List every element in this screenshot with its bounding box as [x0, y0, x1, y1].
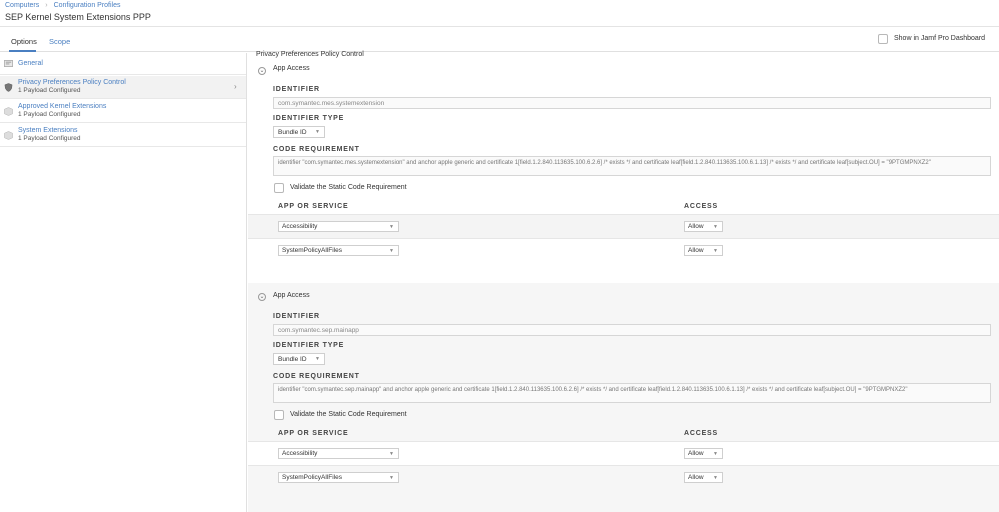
table-row: Accessibility ▼ Allow ▼	[248, 214, 999, 238]
sidebar-item-label: Approved Kernel Extensions	[18, 103, 107, 110]
dropdown-arrow-icon: ▼	[713, 224, 718, 230]
access-value: Allow	[688, 450, 704, 457]
identifier-type-label: IDENTIFIER TYPE	[273, 342, 345, 349]
top-bar: Computers › Configuration Profiles SEP K…	[0, 0, 999, 27]
app-access-block: ⌄ App Access IDENTIFIER com.symantec.mes…	[248, 60, 999, 282]
block-title: App Access	[273, 65, 310, 72]
collapse-icon[interactable]: ⌄	[258, 67, 266, 75]
dashboard-checkbox-label: Show in Jamf Pro Dashboard	[894, 35, 986, 42]
service-select[interactable]: SystemPolicyAllFiles ▼	[278, 472, 399, 483]
code-requirement-field[interactable]: identifier "com.symantec.sep.mainapp" an…	[273, 383, 991, 403]
page-title: SEP Kernel System Extensions PPP	[5, 12, 151, 22]
active-tab-indicator	[9, 50, 36, 52]
code-requirement-field[interactable]: identifier "com.symantec.mes.systemexten…	[273, 156, 991, 176]
access-value: Allow	[688, 474, 704, 481]
identifier-type-label: IDENTIFIER TYPE	[273, 115, 345, 122]
access-value: Allow	[688, 247, 704, 254]
sidebar-item-subtitle: 1 Payload Configured	[18, 111, 81, 118]
app-or-service-header: APP OR SERVICE	[278, 430, 349, 437]
dropdown-arrow-icon: ▼	[713, 248, 718, 254]
general-icon	[4, 60, 13, 67]
breadcrumb: Computers › Configuration Profiles	[5, 2, 121, 9]
dropdown-arrow-icon: ▼	[713, 475, 718, 481]
code-requirement-label: CODE REQUIREMENT	[273, 146, 360, 153]
access-select[interactable]: Allow ▼	[684, 448, 723, 459]
sidebar-item-kernel-extensions[interactable]: Approved Kernel Extensions 1 Payload Con…	[0, 100, 246, 123]
service-value: Accessibility	[282, 223, 318, 230]
chevron-right-icon: ›	[234, 82, 237, 91]
sidebar-item-subtitle: 1 Payload Configured	[18, 87, 81, 94]
service-select[interactable]: SystemPolicyAllFiles ▼	[278, 245, 399, 256]
service-value: SystemPolicyAllFiles	[282, 247, 342, 254]
identifier-type-select[interactable]: Bundle ID ▼	[273, 126, 325, 138]
collapse-icon[interactable]: ⌄	[258, 293, 266, 301]
identifier-type-select[interactable]: Bundle ID ▼	[273, 353, 325, 365]
validate-checkbox-label: Validate the Static Code Requirement	[290, 411, 407, 418]
access-select[interactable]: Allow ▼	[684, 221, 723, 232]
service-select[interactable]: Accessibility ▼	[278, 221, 399, 232]
sidebar-item-system-extensions[interactable]: System Extensions 1 Payload Configured	[0, 124, 246, 147]
dashboard-checkbox[interactable]	[878, 34, 888, 44]
sidebar-item-subtitle: 1 Payload Configured	[18, 135, 81, 142]
code-requirement-label: CODE REQUIREMENT	[273, 373, 360, 380]
identifier-field[interactable]: com.symantec.sep.mainapp	[273, 324, 991, 336]
access-select[interactable]: Allow ▼	[684, 245, 723, 256]
sidebar-item-label: Privacy Preferences Policy Control	[18, 79, 126, 86]
payload-sidebar: General Privacy Preferences Policy Contr…	[0, 53, 247, 512]
service-select[interactable]: Accessibility ▼	[278, 448, 399, 459]
extension-icon	[4, 131, 13, 140]
tab-options[interactable]: Options	[11, 37, 37, 46]
extension-icon	[4, 107, 13, 116]
breadcrumb-configuration-profiles[interactable]: Configuration Profiles	[54, 2, 121, 9]
access-value: Allow	[688, 223, 704, 230]
breadcrumb-separator-icon: ›	[45, 2, 48, 9]
table-row: SystemPolicyAllFiles ▼ Allow ▼	[248, 238, 999, 262]
service-value: SystemPolicyAllFiles	[282, 474, 342, 481]
access-header: ACCESS	[684, 430, 718, 437]
identifier-label: IDENTIFIER	[273, 313, 320, 320]
table-row: Accessibility ▼ Allow ▼	[248, 441, 999, 465]
breadcrumb-computers[interactable]: Computers	[5, 2, 39, 9]
dropdown-arrow-icon: ▼	[389, 248, 394, 254]
identifier-type-value: Bundle ID	[278, 356, 307, 363]
app-access-block: ⌄ App Access IDENTIFIER com.symantec.sep…	[248, 283, 999, 512]
block-title: App Access	[273, 292, 310, 299]
identifier-label: IDENTIFIER	[273, 86, 320, 93]
tabs-bar: Options Scope	[0, 28, 999, 52]
app-or-service-header: APP OR SERVICE	[278, 203, 349, 210]
dropdown-arrow-icon: ▼	[389, 475, 394, 481]
validate-checkbox-label: Validate the Static Code Requirement	[290, 184, 407, 191]
dropdown-arrow-icon: ▼	[315, 129, 320, 135]
identifier-type-value: Bundle ID	[278, 129, 307, 136]
sidebar-item-privacy-preferences[interactable]: Privacy Preferences Policy Control 1 Pay…	[0, 76, 246, 99]
identifier-field[interactable]: com.symantec.mes.systemextension	[273, 97, 991, 109]
sidebar-item-general[interactable]: General	[0, 53, 246, 75]
dropdown-arrow-icon: ▼	[315, 356, 320, 362]
dropdown-arrow-icon: ▼	[713, 451, 718, 457]
shield-icon	[4, 83, 13, 92]
validate-checkbox[interactable]	[274, 183, 284, 193]
service-value: Accessibility	[282, 450, 318, 457]
table-row: SystemPolicyAllFiles ▼ Allow ▼	[248, 465, 999, 489]
sidebar-item-label: General	[18, 60, 43, 67]
validate-checkbox[interactable]	[274, 410, 284, 420]
dropdown-arrow-icon: ▼	[389, 451, 394, 457]
tab-scope[interactable]: Scope	[49, 37, 70, 46]
access-header: ACCESS	[684, 203, 718, 210]
dropdown-arrow-icon: ▼	[389, 224, 394, 230]
access-select[interactable]: Allow ▼	[684, 472, 723, 483]
section-title: Privacy Preferences Policy Control	[256, 51, 364, 58]
sidebar-item-label: System Extensions	[18, 127, 78, 134]
